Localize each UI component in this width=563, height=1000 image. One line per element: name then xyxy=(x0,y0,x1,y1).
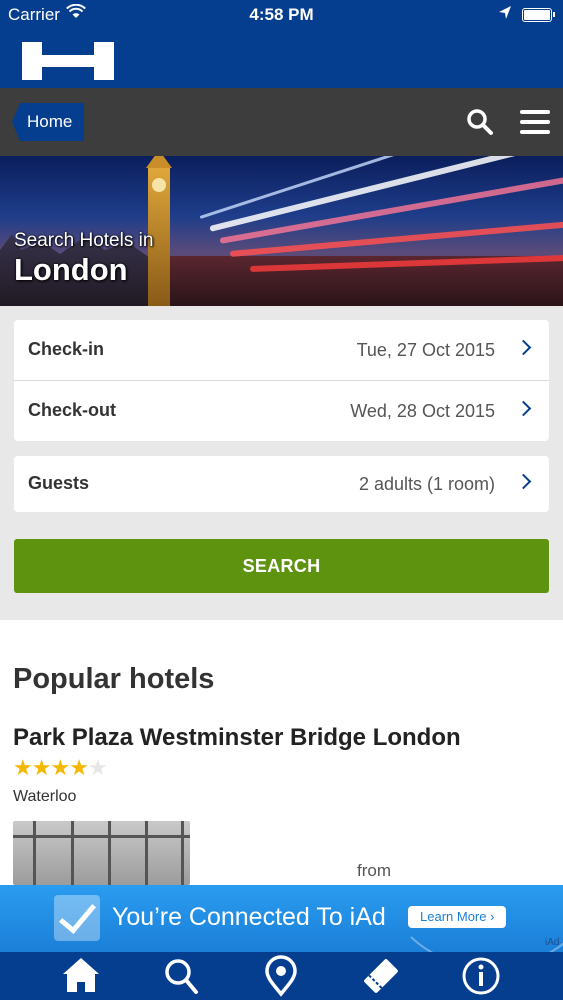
hero-subtitle: Search Hotels in xyxy=(14,230,154,251)
guests-value: 2 adults (1 room) xyxy=(358,474,495,494)
hotel-name-link[interactable]: Park Plaza Westminster Bridge London xyxy=(13,724,461,752)
location-arrow-icon xyxy=(498,5,512,26)
chevron-right-icon xyxy=(515,473,532,490)
home-button[interactable]: Home xyxy=(12,103,85,141)
ad-banner[interactable]: You’re Connected To iAd Learn More › iAd xyxy=(0,885,563,952)
map-pin-icon[interactable] xyxy=(251,952,311,1000)
star-icon: ★ xyxy=(69,755,89,780)
status-bar: Carrier 4:58 PM xyxy=(0,0,563,30)
star-icon: ★ xyxy=(50,755,70,780)
menu-icon[interactable] xyxy=(520,110,550,134)
guests-row[interactable]: Guests 2 adults (1 room) xyxy=(14,454,549,510)
guests-label: Guests xyxy=(28,473,90,493)
star-icon: ★ xyxy=(31,755,52,780)
hotels-h-logo[interactable] xyxy=(22,42,114,80)
hotel-photo[interactable] xyxy=(13,821,190,885)
checkout-row[interactable]: Check-out Wed, 28 Oct 2015 xyxy=(14,381,549,441)
info-icon[interactable] xyxy=(451,952,511,1000)
star-icon: ★ xyxy=(13,755,33,780)
hero-banner: Search Hotels in London xyxy=(0,156,563,306)
brand-bar xyxy=(0,30,563,88)
star-rating: ★★★★★ xyxy=(13,755,108,781)
search-button[interactable]: SEARCH xyxy=(14,539,549,593)
home-icon[interactable] xyxy=(51,952,111,1000)
checkin-label: Check-in xyxy=(28,339,105,359)
chevron-right-icon xyxy=(515,339,532,356)
search-icon[interactable] xyxy=(151,952,211,1000)
dates-card: Check-in Tue, 27 Oct 2015 Check-out Wed,… xyxy=(14,320,549,441)
popular-hotels-heading: Popular hotels xyxy=(13,663,215,695)
learn-more-button[interactable]: Learn More › xyxy=(408,906,506,928)
guests-card: Guests 2 adults (1 room) xyxy=(14,456,549,512)
star-empty-icon: ★ xyxy=(87,755,108,780)
hotel-district: Waterloo xyxy=(13,788,77,805)
checkin-row[interactable]: Check-in Tue, 27 Oct 2015 xyxy=(14,320,549,380)
tab-bar xyxy=(0,952,563,1000)
ad-tag: iAd xyxy=(545,937,560,948)
checkmark-icon xyxy=(54,895,100,941)
ticket-icon[interactable] xyxy=(351,952,411,1000)
learn-more-label: Learn More xyxy=(420,909,487,924)
battery-icon xyxy=(522,8,555,22)
chevron-right-icon xyxy=(515,400,532,417)
checkout-label: Check-out xyxy=(28,400,117,420)
ad-text: You’re Connected To iAd xyxy=(112,903,386,931)
search-form: Check-in Tue, 27 Oct 2015 Check-out Wed,… xyxy=(0,306,563,620)
checkin-value: Tue, 27 Oct 2015 xyxy=(356,340,495,360)
hero-city: London xyxy=(14,252,128,287)
checkout-value: Wed, 28 Oct 2015 xyxy=(350,401,495,421)
search-icon[interactable] xyxy=(466,108,494,141)
clock-time: 4:58 PM xyxy=(249,5,314,24)
price-prefix: from xyxy=(357,861,391,880)
